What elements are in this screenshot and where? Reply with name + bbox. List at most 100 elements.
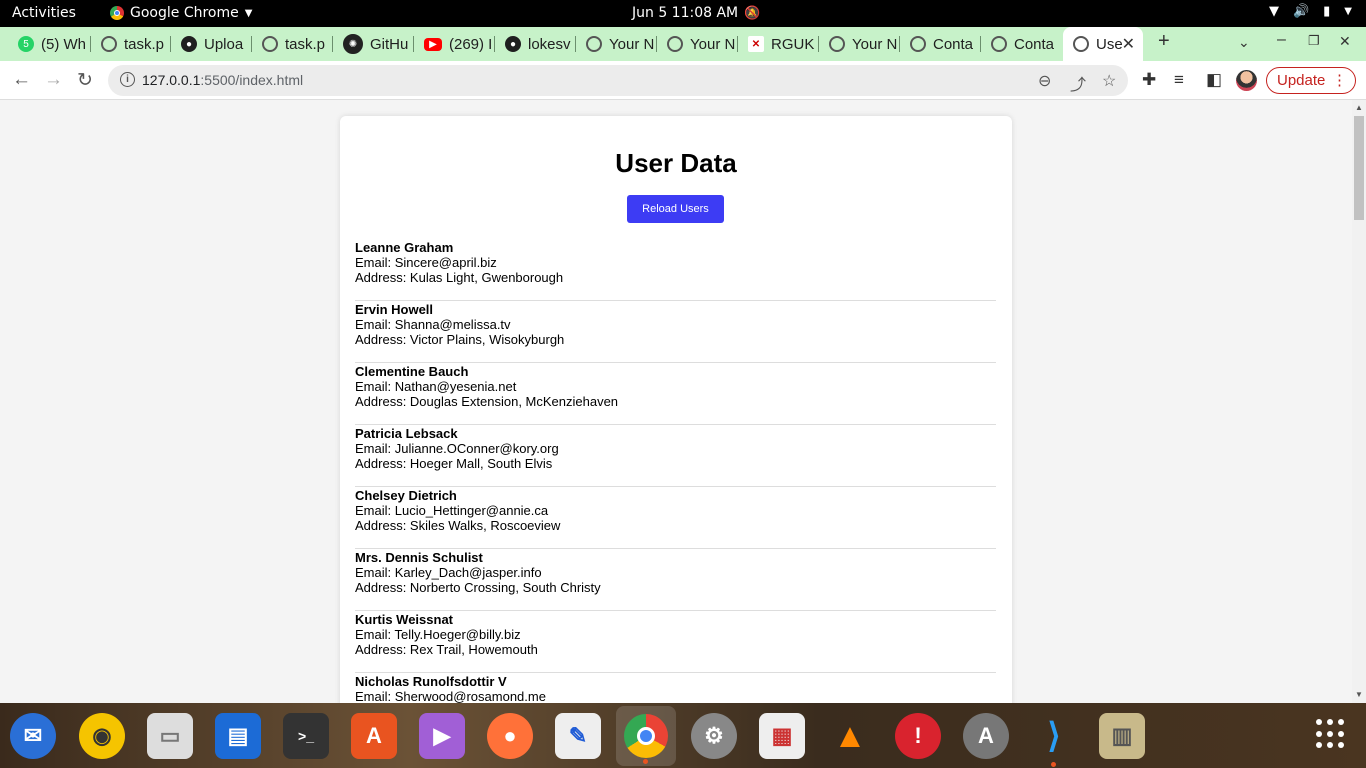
firefox-icon[interactable]: ●	[487, 713, 533, 759]
extensions-puzzle-icon[interactable]: ✚	[1142, 70, 1156, 90]
address-bar[interactable]: i 127.0.0.1:5500/index.html ⊖ ⤴ ☆	[108, 65, 1128, 96]
back-arrow-icon[interactable]: ←	[12, 69, 31, 91]
files-icon[interactable]: ▭	[147, 713, 193, 759]
rhythmbox-icon[interactable]: ◉	[79, 713, 125, 759]
terminal-icon[interactable]: >_	[283, 713, 329, 759]
error-report-icon[interactable]: !	[895, 713, 941, 759]
tab-your-n-1[interactable]: Your N	[576, 27, 657, 61]
chrome-dock-item[interactable]	[616, 706, 676, 766]
globe-icon	[1073, 36, 1089, 52]
tab-contact-2[interactable]: Conta	[981, 27, 1062, 61]
thunderbird-icon[interactable]: ✉	[10, 713, 56, 759]
app-center-icon[interactable]: A	[351, 713, 397, 759]
user-list: Leanne Graham Email: Sincere@april.biz A…	[355, 240, 996, 703]
user-name: Mrs. Dennis Schulist	[355, 550, 483, 565]
user-email: Email: Karley_Dach@jasper.info	[355, 565, 542, 580]
clock-text: Jun 5 11:08 AM	[632, 5, 739, 21]
user-name: Chelsey Dietrich	[355, 488, 457, 503]
profile-avatar[interactable]	[1236, 70, 1257, 91]
site-info-icon[interactable]: i	[120, 72, 135, 87]
user-name: Leanne Graham	[355, 240, 454, 255]
libreoffice-writer-icon[interactable]: ▤	[215, 713, 261, 759]
window-close-button[interactable]: ✕	[1339, 33, 1351, 50]
close-tab-icon[interactable]: ✕	[1122, 34, 1135, 54]
activities-button[interactable]: Activities	[12, 5, 76, 21]
app-menu[interactable]: Google Chrome ▼	[110, 5, 252, 21]
vlc-icon[interactable]: ▲	[827, 713, 873, 759]
minimize-button[interactable]: –	[1277, 31, 1286, 49]
user-address: Address: Norberto Crossing, South Christ…	[355, 580, 601, 595]
chrome-icon	[110, 6, 124, 20]
browser-toolbar: ← → ↻ i 127.0.0.1:5500/index.html ⊖ ⤴ ☆ …	[0, 61, 1366, 100]
bookmark-star-icon[interactable]: ☆	[1102, 71, 1116, 91]
running-indicator	[1051, 762, 1056, 767]
tab-label: Conta	[933, 35, 974, 53]
user-entry: Leanne Graham Email: Sincere@april.biz A…	[355, 240, 996, 301]
chevron-down-icon: ▼	[244, 7, 253, 19]
tab-github[interactable]: ✺ GitHu	[333, 27, 414, 61]
tab-youtube[interactable]: ▶ (269) I	[414, 27, 495, 61]
user-entry: Nicholas Runolfsdottir V Email: Sherwood…	[355, 674, 996, 703]
share-icon[interactable]: ⤴	[1070, 71, 1086, 95]
new-tab-button[interactable]: +	[1158, 30, 1170, 53]
globe-icon	[586, 36, 602, 52]
github-icon: ●	[181, 36, 197, 52]
url-text[interactable]: 127.0.0.1:5500/index.html	[142, 72, 303, 88]
reload-icon[interactable]: ↻	[77, 69, 93, 92]
tab-label: RGUK	[771, 35, 815, 53]
user-email: Email: Nathan@yesenia.net	[355, 379, 517, 394]
document-viewer-icon[interactable]: ▦	[759, 713, 805, 759]
forward-arrow-icon[interactable]: →	[44, 69, 63, 91]
video-player-icon[interactable]: ▶	[419, 713, 465, 759]
tab-your-n-2[interactable]: Your N	[657, 27, 738, 61]
tab-label: (5) Wh	[41, 35, 86, 53]
tab-contact-1[interactable]: Conta	[900, 27, 981, 61]
user-entry: Ervin Howell Email: Shanna@melissa.tv Ad…	[355, 302, 996, 363]
zoom-out-icon[interactable]: ⊖	[1038, 71, 1051, 91]
page-viewport: User Data Reload Users Leanne Graham Ema…	[0, 100, 1352, 703]
scrollbar-thumb[interactable]	[1354, 116, 1364, 220]
settings-icon[interactable]: ⚙	[691, 713, 737, 759]
archive-manager-icon[interactable]: ▥	[1099, 713, 1145, 759]
notifications-muted-icon: 🔕	[744, 5, 761, 21]
tab-github-lokesv[interactable]: ● lokesv	[495, 27, 576, 61]
user-entry: Kurtis Weissnat Email: Telly.Hoeger@bill…	[355, 612, 996, 673]
tab-search-chevron-icon[interactable]: ⌄	[1238, 34, 1250, 51]
tab-rgukt[interactable]: ✕ RGUK	[738, 27, 819, 61]
tab-your-n-3[interactable]: Your N	[819, 27, 900, 61]
text-editor-icon[interactable]: ✎	[555, 713, 601, 759]
user-name: Patricia Lebsack	[355, 426, 458, 441]
tab-label: lokesv	[528, 35, 571, 53]
side-panel-icon[interactable]: ◧	[1206, 70, 1222, 90]
software-updater-icon[interactable]: A	[963, 713, 1009, 759]
user-address: Address: Douglas Extension, McKenziehave…	[355, 394, 619, 409]
media-queue-icon[interactable]: ≡	[1174, 70, 1184, 90]
tab-github-upload[interactable]: ● Uploa	[171, 27, 252, 61]
show-applications-icon[interactable]	[1316, 719, 1346, 749]
reload-users-button[interactable]: Reload Users	[627, 195, 724, 223]
vscode-icon[interactable]: ⟩	[1031, 713, 1077, 767]
running-indicator	[643, 759, 648, 764]
user-address: Address: Skiles Walks, Roscoeview	[355, 518, 561, 533]
user-email: Email: Telly.Hoeger@billy.biz	[355, 627, 521, 642]
tab-task-1[interactable]: task.p	[91, 27, 171, 61]
tab-task-2[interactable]: task.p	[252, 27, 333, 61]
tab-strip: 5 (5) Wh task.p ● Uploa task.p ✺ GitHu ▶ (26…	[0, 27, 1366, 61]
tab-whatsapp[interactable]: 5 (5) Wh	[8, 27, 91, 61]
update-button[interactable]: Update ⋮	[1266, 67, 1356, 94]
restore-button[interactable]: ❐	[1308, 33, 1320, 49]
user-email: Email: Sincere@april.biz	[355, 255, 497, 270]
more-menu-icon[interactable]: ⋮	[1332, 71, 1347, 89]
scroll-down-arrow-icon[interactable]: ▼	[1355, 690, 1363, 699]
tab-label: Uploa	[204, 35, 244, 53]
page-scrollbar[interactable]: ▲ ▼	[1352, 100, 1366, 703]
tab-user-data-active[interactable]: Use ✕	[1063, 27, 1143, 61]
user-entry: Mrs. Dennis Schulist Email: Karley_Dach@…	[355, 550, 996, 611]
system-tray[interactable]: ▼ 🔊 ▮ ▼	[1269, 4, 1352, 19]
user-entry: Clementine Bauch Email: Nathan@yesenia.n…	[355, 364, 996, 425]
clock[interactable]: Jun 5 11:08 AM 🔕	[632, 5, 760, 21]
scroll-up-arrow-icon[interactable]: ▲	[1355, 103, 1363, 112]
rgukt-icon: ✕	[748, 36, 764, 52]
update-label: Update	[1277, 72, 1326, 89]
tab-label: Conta	[1014, 35, 1055, 53]
